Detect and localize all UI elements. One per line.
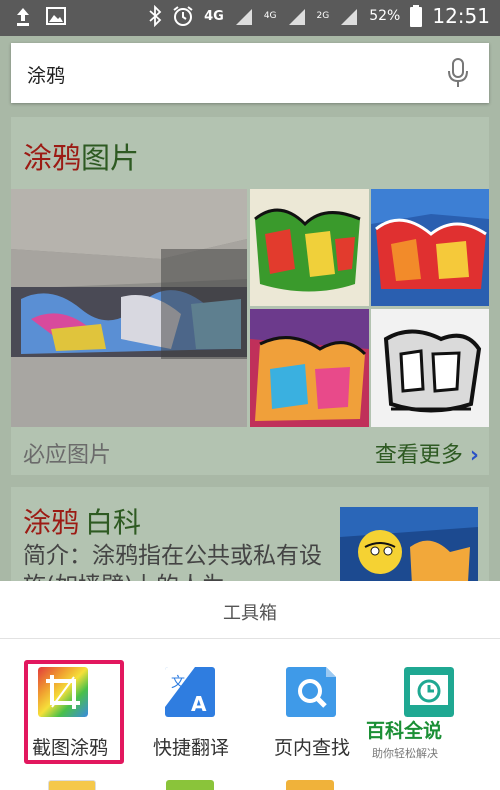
graffiti-image-5[interactable]	[371, 309, 489, 427]
encyclopedia-keyword: 涂鸦	[23, 506, 80, 539]
partial-tool-icon-3[interactable]	[286, 780, 334, 790]
partial-tool-icon-2[interactable]	[166, 780, 214, 790]
image-icon	[46, 7, 66, 25]
clock: 12:51	[432, 4, 490, 28]
svg-text:A: A	[191, 692, 207, 716]
status-bar-left	[14, 6, 66, 28]
encyclopedia-title[interactable]: 涂鸦 白科	[23, 501, 141, 541]
bluetooth-icon	[149, 5, 162, 27]
network-type-label-3: 2G	[316, 11, 330, 21]
network-type-label-2: 4G	[263, 11, 277, 21]
watermark-tagline: 助你轻松解决	[372, 747, 438, 760]
image-source-label: 必应图片	[23, 443, 112, 468]
title-keyword: 涂鸦	[23, 141, 82, 175]
tool-label: 快捷翻译	[152, 737, 229, 759]
chevron-right-icon: ›	[469, 443, 479, 468]
partial-tool-icon[interactable]	[48, 780, 96, 790]
find-in-page-icon	[286, 667, 336, 717]
search-bar[interactable]: 涂鸦	[11, 43, 489, 103]
history-clock-icon	[404, 667, 454, 717]
encyclopedia-card[interactable]: 涂鸦 白科 简介：涂鸦指在公共或私有设施(如墙壁)上的人为	[11, 487, 489, 587]
tool-quick-translate[interactable]: 文 A 快捷翻译	[131, 663, 251, 763]
battery-icon	[410, 5, 423, 27]
see-more-label: 查看更多	[374, 443, 463, 468]
watermark-brand: 百科全说	[366, 720, 443, 742]
microphone-icon[interactable]	[447, 57, 469, 89]
divider	[0, 638, 500, 639]
image-results-card: 涂鸦图片 必应图片 查看更多 ›	[11, 117, 489, 475]
encyclopedia-suffix: 白科	[85, 506, 142, 539]
toolbox-title: 工具箱	[223, 603, 277, 624]
graffiti-image-3[interactable]	[371, 189, 489, 306]
battery-percent: 52%	[369, 8, 401, 24]
status-bar: 4G 4G 2G 52% 12:51	[0, 0, 500, 36]
tool-label: 页内查找	[273, 737, 350, 759]
see-more-link[interactable]: 查看更多 ›	[375, 437, 479, 469]
alarm-icon	[173, 6, 193, 26]
translate-icon: 文 A	[165, 667, 215, 717]
svg-text:文: 文	[171, 675, 185, 691]
signal-icon-3	[341, 9, 358, 25]
graffiti-image-4[interactable]	[250, 309, 369, 427]
signal-icon-2	[288, 9, 305, 25]
image-results-title[interactable]: 涂鸦图片	[23, 135, 139, 177]
signal-icon	[235, 9, 252, 25]
encyclopedia-thumbnail[interactable]	[340, 507, 478, 587]
graffiti-image-2[interactable]	[250, 189, 369, 306]
upload-icon	[17, 8, 29, 26]
selection-highlight	[24, 660, 124, 764]
tool-find-in-page[interactable]: 页内查找	[252, 663, 372, 763]
search-input[interactable]: 涂鸦	[27, 61, 65, 88]
graffiti-image-large[interactable]	[11, 189, 247, 427]
network-type-label: 4G	[204, 8, 224, 24]
title-suffix: 图片	[81, 141, 140, 175]
status-bar-right: 4G 4G 2G 52% 12:51	[148, 4, 490, 28]
